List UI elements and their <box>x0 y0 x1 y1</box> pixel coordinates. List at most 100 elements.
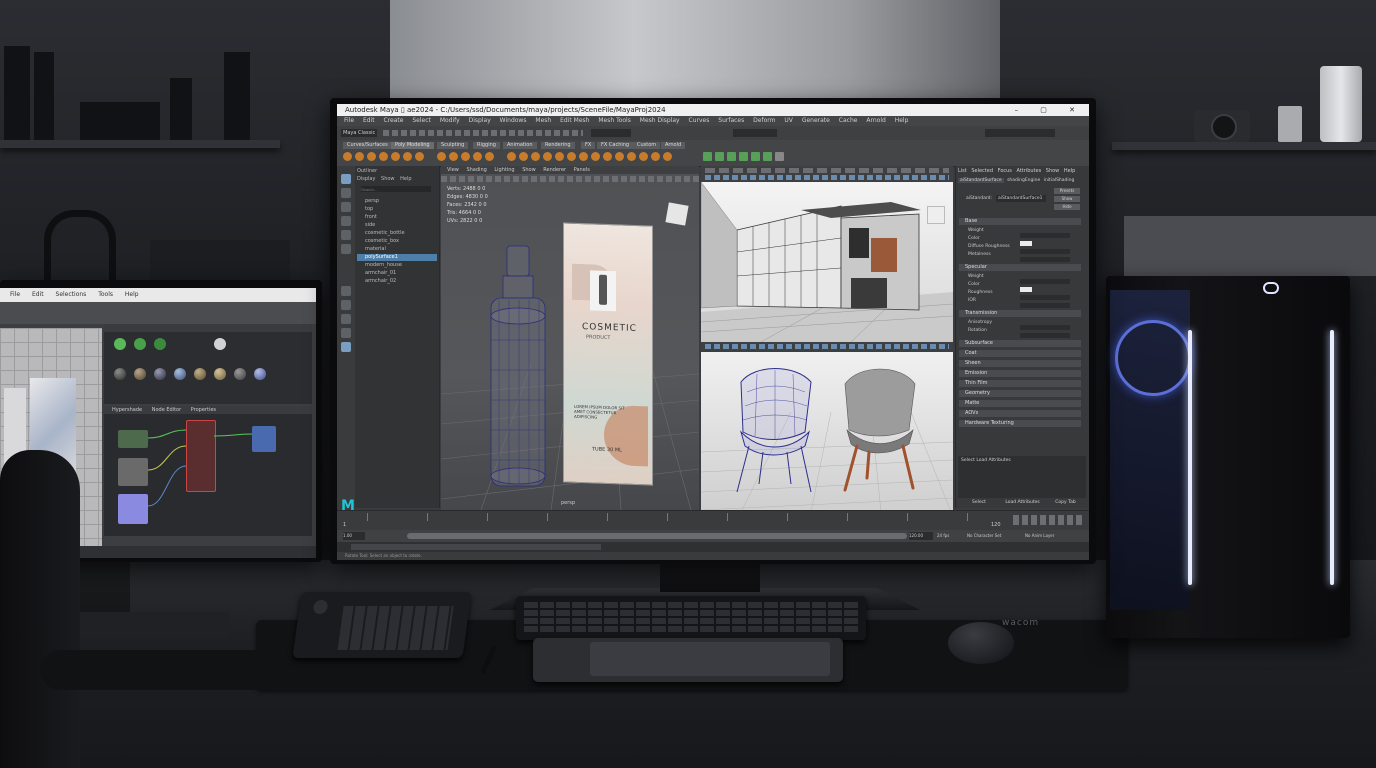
hide-button[interactable]: Hide <box>1054 204 1080 210</box>
ae-section-specular[interactable]: Specular <box>959 264 1081 271</box>
single-view-icon[interactable] <box>341 286 351 296</box>
material-swatch[interactable] <box>134 368 146 380</box>
power-button[interactable] <box>1263 282 1279 294</box>
command-line[interactable] <box>337 542 1089 552</box>
paint-select-icon[interactable] <box>341 202 351 212</box>
view-cube[interactable] <box>665 202 689 226</box>
product-viewport[interactable]: Verts: 2488 0 0 Edges: 4830 0 0 Faces: 2… <box>441 174 699 510</box>
view-cube[interactable] <box>927 206 945 224</box>
menu-windows[interactable]: Windows <box>500 117 527 124</box>
shelf-tab[interactable]: Arnold <box>661 142 686 149</box>
persp-graph-icon[interactable] <box>341 328 351 338</box>
window-controls[interactable]: – ▢ ✕ <box>1015 104 1085 116</box>
uv-editor-icon[interactable] <box>751 152 760 161</box>
text-tool-icon[interactable] <box>473 152 482 161</box>
viewport-menu-show[interactable]: Show <box>522 167 536 173</box>
outliner-search-input[interactable] <box>361 186 431 192</box>
material-swatch[interactable] <box>174 368 186 380</box>
ae-section-matte[interactable]: Matte <box>959 400 1081 407</box>
ae-section-thin-film[interactable]: Thin Film <box>959 380 1081 387</box>
ae-section-sheen[interactable]: Sheen <box>959 360 1081 367</box>
shelf-tab[interactable]: Animation <box>503 142 537 149</box>
polygon-cone-icon[interactable] <box>379 152 388 161</box>
delete-history-icon[interactable] <box>775 152 784 161</box>
uv-planar-icon[interactable] <box>703 152 712 161</box>
scale-tool-icon[interactable] <box>341 244 351 254</box>
connect-icon[interactable] <box>651 152 660 161</box>
polygon-torus-icon[interactable] <box>403 152 412 161</box>
target-weld-icon[interactable] <box>639 152 648 161</box>
boolean-icon[interactable] <box>543 152 552 161</box>
material-swatch[interactable] <box>194 368 206 380</box>
outliner-item[interactable]: persp <box>365 198 379 205</box>
svg-tool-icon[interactable] <box>485 152 494 161</box>
menu-display[interactable]: Display <box>469 117 491 124</box>
viewport-menu-lighting[interactable]: Lighting <box>494 167 514 173</box>
show-button[interactable]: Show <box>1054 196 1080 202</box>
ae-menu-selected[interactable]: Selected <box>971 168 993 174</box>
shelf-tab[interactable]: Sculpting <box>437 142 469 149</box>
outliner-item[interactable]: cosmetic_bottle <box>365 230 405 237</box>
ae-section-geometry[interactable]: Geometry <box>959 390 1081 397</box>
ae-section-coat[interactable]: Coat <box>959 350 1081 357</box>
material-swatch[interactable] <box>254 368 266 380</box>
fps-dropdown[interactable]: 24 fps <box>937 532 961 540</box>
range-end-field[interactable]: 120.00 <box>909 532 933 540</box>
select-button[interactable]: Select <box>972 500 986 505</box>
polygon-pipe-icon[interactable] <box>437 152 446 161</box>
menu-edit[interactable]: Edit <box>32 291 44 298</box>
polygon-cube-icon[interactable] <box>355 152 364 161</box>
viewport-menu-view[interactable]: View <box>447 167 459 173</box>
material-swatch[interactable] <box>234 368 246 380</box>
ae-section-transmission[interactable]: Transmission <box>959 310 1081 317</box>
ae-tab[interactable]: shadingEngine <box>1007 178 1040 183</box>
four-view-icon[interactable] <box>341 300 351 310</box>
append-icon[interactable] <box>603 152 612 161</box>
polygon-helix-icon[interactable] <box>449 152 458 161</box>
ae-tab-active[interactable]: aiStandardSurface <box>958 178 1004 183</box>
command-input[interactable] <box>351 544 601 550</box>
range-slider-bar[interactable] <box>407 533 907 539</box>
house-viewport[interactable] <box>701 182 953 342</box>
menu-file[interactable]: File <box>10 291 20 298</box>
shelf-tab-active[interactable]: Poly Modeling <box>391 142 434 149</box>
outliner-item[interactable]: front <box>365 214 377 221</box>
outliner-menu-help[interactable]: Help <box>400 176 411 182</box>
multi-cut-icon[interactable] <box>627 152 636 161</box>
material-swatch[interactable] <box>154 368 166 380</box>
shelf-tab[interactable]: Rigging <box>473 142 500 149</box>
login-field[interactable] <box>985 129 1055 137</box>
menu-surfaces[interactable]: Surfaces <box>718 117 744 124</box>
outliner-item[interactable]: side <box>365 222 375 229</box>
playback-controls[interactable] <box>1013 515 1083 525</box>
menu-deform[interactable]: Deform <box>753 117 775 124</box>
ae-section-subsurface[interactable]: Subsurface <box>959 340 1081 347</box>
viewport-icon-bar[interactable] <box>705 175 949 180</box>
uv-automatic-icon[interactable] <box>739 152 748 161</box>
uv-toolkit-icon[interactable] <box>763 152 772 161</box>
menu-mesh[interactable]: Mesh <box>535 117 551 124</box>
separate-icon[interactable] <box>519 152 528 161</box>
ae-field[interactable] <box>1020 303 1070 308</box>
menu-cache[interactable]: Cache <box>839 117 858 124</box>
outliner-item[interactable]: top <box>365 206 373 213</box>
time-slider[interactable]: 1 120 <box>337 510 1089 531</box>
menu-file[interactable]: File <box>344 117 354 124</box>
polygon-sphere-icon[interactable] <box>343 152 352 161</box>
workspace-dropdown[interactable]: Maya Classic <box>341 129 377 137</box>
extrude-icon[interactable] <box>567 152 576 161</box>
bridge-icon[interactable] <box>591 152 600 161</box>
menu-help[interactable]: Help <box>125 291 139 298</box>
mirror-icon[interactable] <box>555 152 564 161</box>
range-start-field[interactable]: 1.00 <box>343 532 365 540</box>
viewport-menu-items[interactable] <box>705 168 949 173</box>
ae-section-aovs[interactable]: AOVs <box>959 410 1081 417</box>
quad-draw-icon[interactable] <box>663 152 672 161</box>
copy-tab-button[interactable]: Copy Tab <box>1055 500 1075 505</box>
menu-generate[interactable]: Generate <box>802 117 830 124</box>
menu-selections[interactable]: Selections <box>56 291 87 298</box>
menu-select[interactable]: Select <box>412 117 431 124</box>
ae-field[interactable] <box>1020 333 1070 338</box>
ae-section-hardware[interactable]: Hardware Texturing <box>959 420 1081 427</box>
ae-menu-list[interactable]: List <box>958 168 967 174</box>
